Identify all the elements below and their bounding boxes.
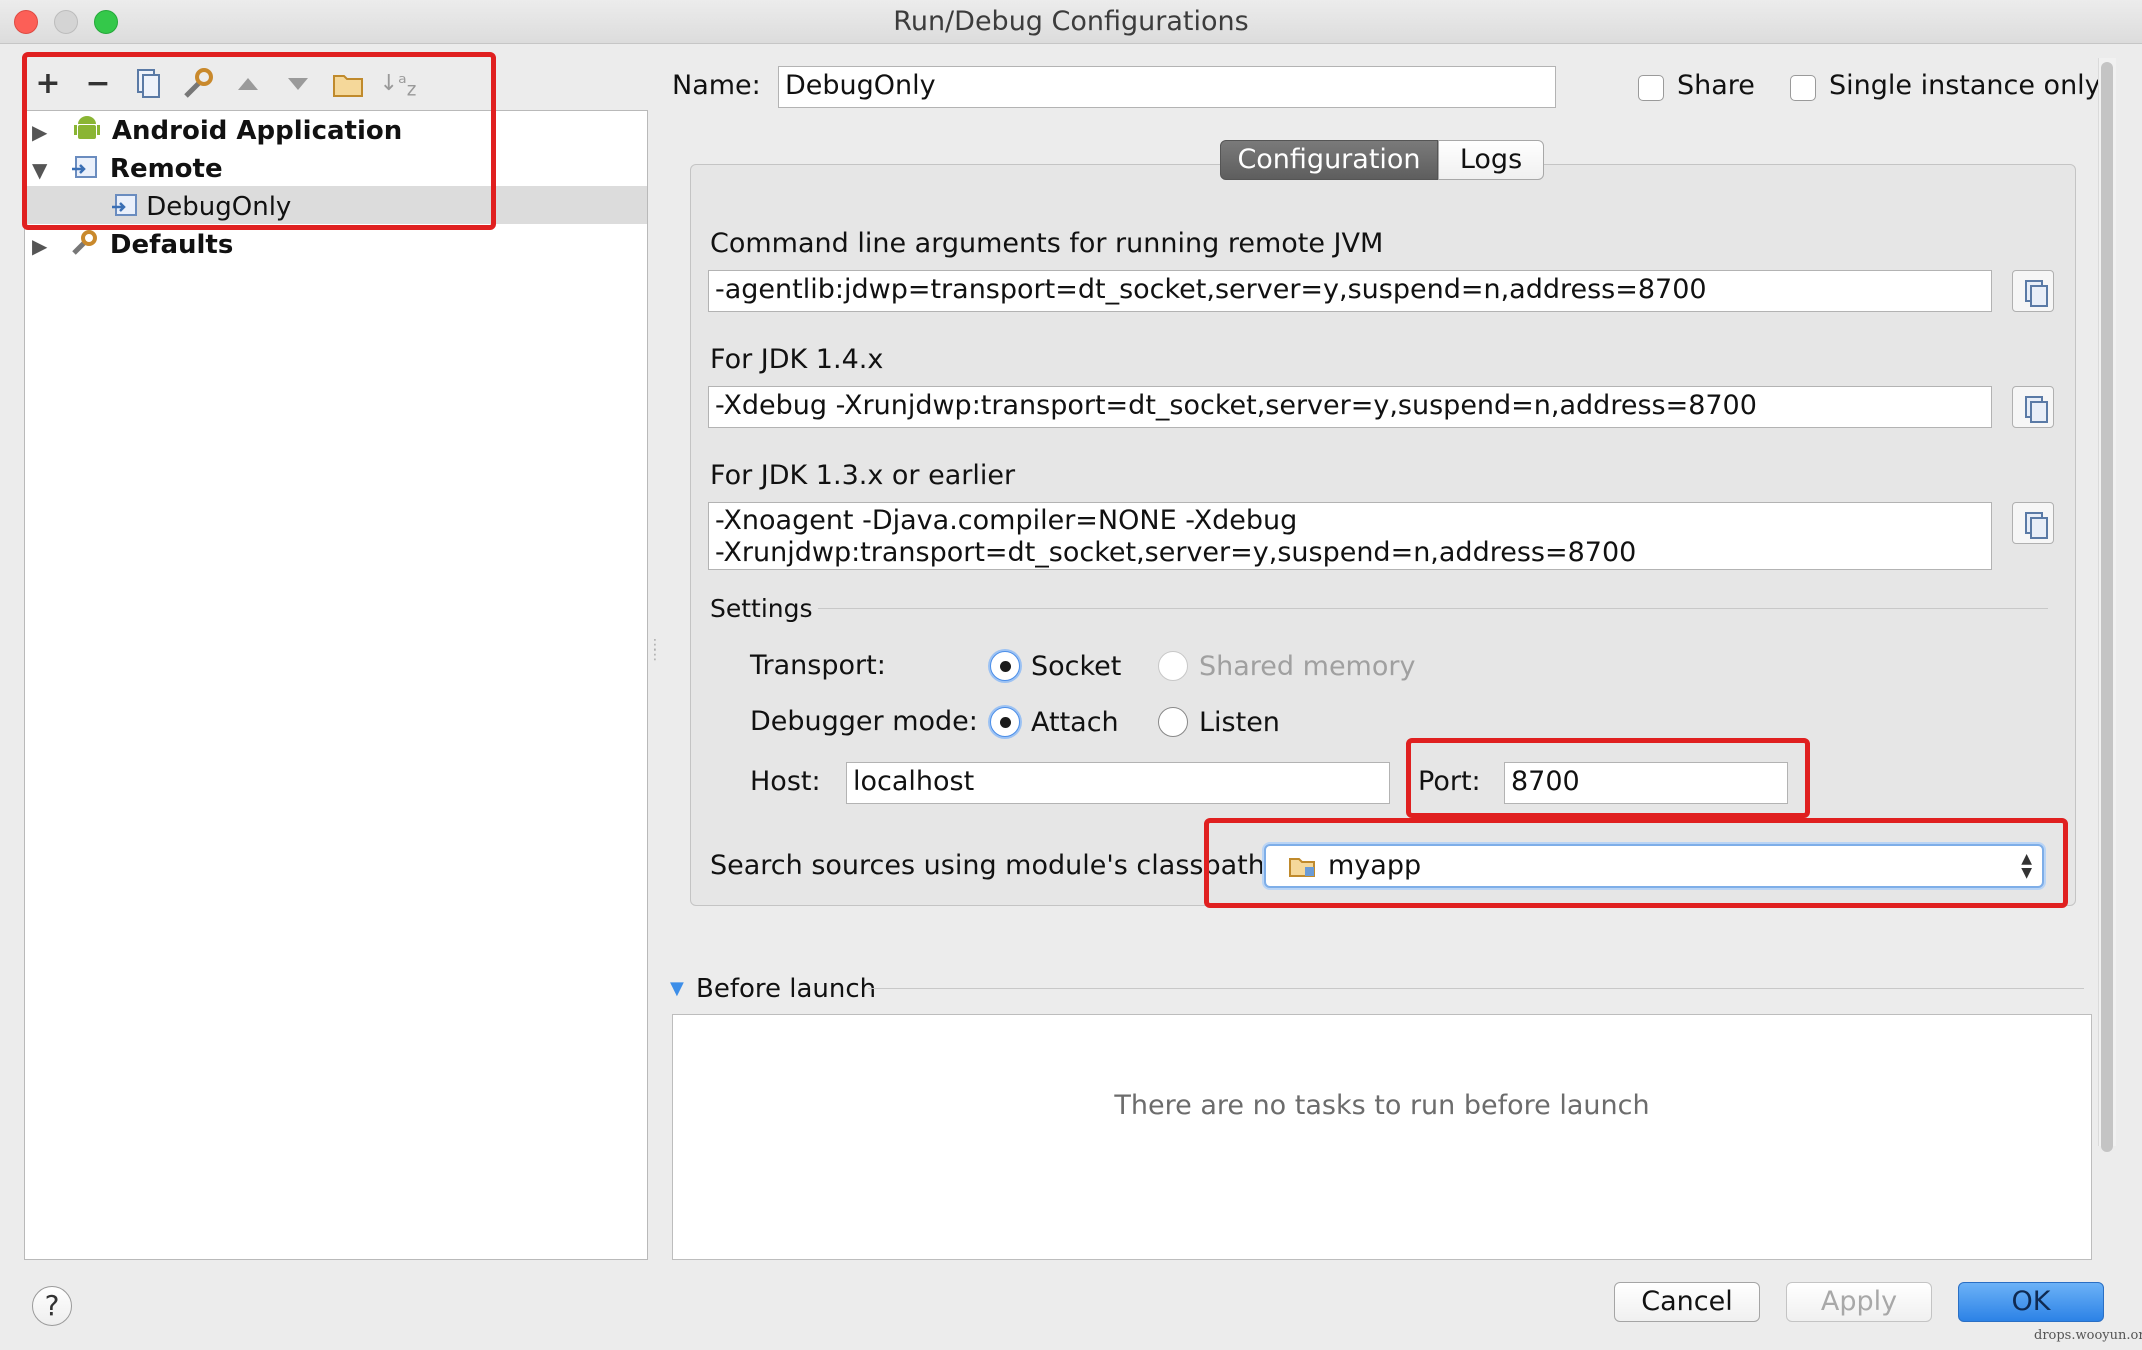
name-label: Name: [672,70,761,101]
before-launch-task-list[interactable] [672,1014,2092,1260]
cmd-args-label: Command line arguments for running remot… [710,228,1384,259]
scrollbar-thumb[interactable] [2101,62,2113,1152]
host-input[interactable]: localhost [846,762,1390,804]
tab-configuration[interactable]: Configuration [1220,140,1438,180]
apply-button[interactable]: Apply [1786,1282,1932,1322]
transport-socket-radio[interactable] [990,651,1020,681]
before-launch-label: Before launch [696,974,877,1004]
single-instance-checkbox[interactable] [1790,75,1816,101]
jdk13-line: -Xrunjdwp:transport=dt_socket,server=y,s… [715,537,1637,568]
expand-arrow-icon[interactable]: ▶ [32,234,47,258]
tab-logs[interactable]: Logs [1438,140,1544,180]
watermark: drops.wooyun.org [2034,1328,2142,1343]
mode-attach-label: Attach [1031,707,1119,738]
annotation-box-tree [22,52,496,230]
jdk14-label: For JDK 1.4.x [710,344,884,375]
cmd-args-field[interactable]: -agentlib:jdwp=transport=dt_socket,serve… [708,270,1992,312]
configuration-tree [24,110,648,1260]
jdk13-line: -Xnoagent -Djava.compiler=NONE -Xdebug [715,505,1298,536]
ok-button[interactable]: OK [1958,1282,2104,1322]
classpath-label: Search sources using module's classpath: [710,850,1274,881]
annotation-box-port [1406,738,1810,818]
settings-label: Settings [710,594,813,623]
tree-item-label: Defaults [109,230,234,260]
collapse-triangle-icon[interactable]: ▼ [670,978,684,999]
settings-separator [818,608,2048,609]
tree-item-defaults[interactable]: ▶ Defaults [32,226,233,264]
copy-to-clipboard-button[interactable] [2012,270,2054,312]
annotation-box-classpath [1204,818,2068,908]
single-instance-label: Single instance only [1829,70,2101,101]
transport-shared-memory-radio [1158,651,1188,681]
share-label: Share [1677,70,1755,101]
help-button[interactable]: ? [32,1286,72,1326]
jdk14-field[interactable]: -Xdebug -Xrunjdwp:transport=dt_socket,se… [708,386,1992,428]
before-launch-empty-text: There are no tasks to run before launch [1114,1090,1650,1121]
transport-label: Transport: [750,650,886,681]
copy-to-clipboard-button[interactable] [2012,502,2054,544]
mode-attach-radio[interactable] [990,707,1020,737]
cancel-button[interactable]: Cancel [1614,1282,1760,1322]
jdk13-field[interactable]: -Xnoagent -Djava.compiler=NONE -Xdebug -… [708,502,1992,570]
before-launch-separator [868,988,2084,989]
transport-shared-memory-label: Shared memory [1199,651,1416,682]
host-label: Host: [750,766,821,797]
jdk13-label: For JDK 1.3.x or earlier [710,460,1016,491]
window-title: Run/Debug Configurations [893,6,1249,37]
copy-to-clipboard-button[interactable] [2012,386,2054,428]
name-input[interactable]: DebugOnly [778,66,1556,108]
mode-listen-label: Listen [1199,707,1280,738]
transport-socket-label: Socket [1031,651,1122,682]
debugger-mode-label: Debugger mode: [750,706,978,737]
wrench-icon [70,229,98,255]
splitter-handle[interactable]: ⋮ ⋮ [648,638,662,680]
mode-listen-radio[interactable] [1158,707,1188,737]
share-checkbox[interactable] [1638,75,1664,101]
